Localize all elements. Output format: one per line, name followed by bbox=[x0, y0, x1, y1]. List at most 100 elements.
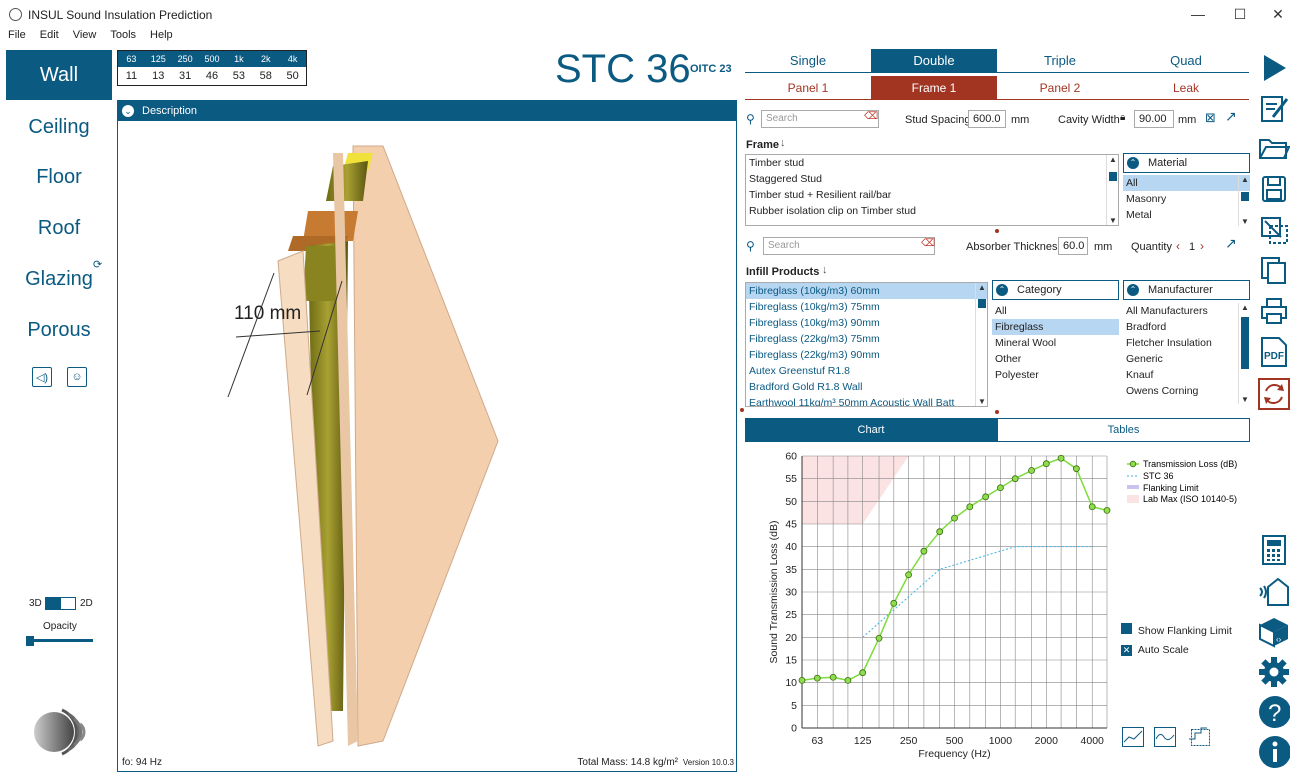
auto-scale-option[interactable]: ✕ Auto Scale bbox=[1121, 644, 1189, 656]
sound-source-icon[interactable]: ◁) bbox=[32, 367, 52, 387]
infill-search-input[interactable]: Search bbox=[763, 237, 935, 255]
edit-button[interactable] bbox=[1258, 92, 1290, 124]
building-sound-button[interactable] bbox=[1258, 575, 1290, 607]
sort-icon[interactable]: ↓ bbox=[822, 264, 828, 276]
list-item[interactable]: Metal bbox=[1123, 207, 1250, 223]
clear-search-icon[interactable]: ⌫ bbox=[864, 111, 878, 122]
listener-icon[interactable]: ☺ bbox=[67, 367, 87, 387]
menu-file[interactable]: File bbox=[0, 28, 32, 44]
list-item[interactable]: All Manufacturers bbox=[1123, 303, 1250, 319]
print-button[interactable] bbox=[1258, 295, 1290, 327]
nav-floor[interactable]: Floor bbox=[6, 157, 112, 197]
list-item[interactable]: Staggered Stud bbox=[746, 171, 1118, 187]
help-button[interactable]: ? bbox=[1258, 696, 1290, 728]
export-button[interactable] bbox=[1258, 214, 1290, 246]
list-item[interactable]: Other bbox=[992, 351, 1119, 367]
manufacturer-list[interactable]: All Manufacturers Bradford Fletcher Insu… bbox=[1123, 303, 1250, 404]
list-item[interactable]: Fletcher Insulation bbox=[1123, 335, 1250, 351]
menu-help[interactable]: Help bbox=[142, 28, 179, 44]
nav-ceiling[interactable]: Ceiling bbox=[6, 107, 112, 147]
calculator-button[interactable] bbox=[1258, 534, 1290, 566]
list-item[interactable]: All bbox=[992, 303, 1119, 319]
reset-button[interactable] bbox=[1258, 378, 1290, 410]
list-item[interactable]: Owens Corning bbox=[1123, 383, 1250, 399]
list-item[interactable]: Mineral Wool bbox=[992, 335, 1119, 351]
list-item[interactable]: Earthwool 11kg/m³ 50mm Acoustic Wall Bat… bbox=[746, 395, 987, 406]
open-button[interactable] bbox=[1258, 132, 1290, 164]
material-library-button[interactable]: ‹› bbox=[1258, 616, 1290, 648]
chevron-up-icon[interactable]: ⌃ bbox=[1127, 157, 1139, 169]
copy-button[interactable] bbox=[1258, 254, 1290, 286]
list-item[interactable]: Timber stud + Resilient rail/bar bbox=[746, 187, 1118, 203]
chart-style-3-icon[interactable] bbox=[1187, 725, 1211, 747]
refresh-icon[interactable]: ⟳ bbox=[93, 258, 102, 271]
decrease-icon[interactable]: ‹ bbox=[1176, 239, 1180, 253]
list-item[interactable]: Masonry bbox=[1123, 191, 1250, 207]
list-item[interactable]: Generic bbox=[1123, 351, 1250, 367]
tab-tables[interactable]: Tables bbox=[997, 418, 1250, 442]
list-item[interactable]: All bbox=[1123, 175, 1250, 191]
scrollbar[interactable]: ▲ ▼ bbox=[1238, 303, 1250, 404]
chevron-up-icon[interactable]: ⌃ bbox=[996, 284, 1008, 296]
show-flanking-option[interactable]: Show Flanking Limit bbox=[1121, 623, 1232, 637]
tab-triple[interactable]: Triple bbox=[997, 49, 1123, 73]
list-item[interactable]: Polyester bbox=[992, 367, 1119, 383]
menu-tools[interactable]: Tools bbox=[102, 28, 142, 44]
tab-panel-2[interactable]: Panel 2 bbox=[997, 76, 1123, 100]
description-header[interactable]: ⌄ Description bbox=[118, 101, 736, 121]
menu-view[interactable]: View bbox=[65, 28, 103, 44]
menu-edit[interactable]: Edit bbox=[32, 28, 65, 44]
section-icon[interactable]: ⊠ bbox=[1205, 110, 1216, 126]
list-item[interactable]: Autex Greenstuf R1.8 bbox=[746, 363, 987, 379]
save-button[interactable] bbox=[1258, 173, 1290, 205]
chart-style-1-icon[interactable] bbox=[1122, 727, 1144, 747]
list-item[interactable]: Fibreglass (10kg/m3) 75mm bbox=[746, 299, 987, 315]
scrollbar[interactable]: ▲ ▼ bbox=[1106, 155, 1118, 225]
tab-single[interactable]: Single bbox=[745, 49, 871, 73]
absorber-thickness-field[interactable]: 60.0 bbox=[1058, 237, 1088, 255]
sort-icon[interactable]: ↓ bbox=[780, 137, 786, 149]
tab-quad[interactable]: Quad bbox=[1123, 49, 1249, 73]
tab-leak[interactable]: Leak bbox=[1123, 76, 1249, 100]
tab-frame-1[interactable]: Frame 1 bbox=[871, 76, 997, 100]
pdf-button[interactable]: PDF bbox=[1258, 336, 1290, 368]
scrollbar[interactable]: ▲ ▼ bbox=[1238, 175, 1250, 226]
manufacturer-header[interactable]: ⌃ Manufacturer bbox=[1123, 280, 1250, 300]
stud-spacing-field[interactable]: 600.0 bbox=[968, 110, 1006, 128]
tab-chart[interactable]: Chart bbox=[745, 418, 997, 442]
calculate-button[interactable] bbox=[1258, 52, 1290, 84]
list-item[interactable]: Timber stud bbox=[746, 155, 1118, 171]
increase-icon[interactable]: › bbox=[1200, 239, 1204, 253]
cavity-width-field[interactable]: 90.00 bbox=[1134, 110, 1174, 128]
splitter-handle[interactable] bbox=[995, 229, 999, 233]
splitter-handle[interactable] bbox=[740, 408, 744, 412]
list-item[interactable]: Bradford Gold R1.8 Wall bbox=[746, 379, 987, 395]
show-flanking-checkbox[interactable] bbox=[1121, 623, 1132, 634]
chart-style-2-icon[interactable] bbox=[1154, 727, 1176, 747]
minimize-button[interactable]: — bbox=[1178, 0, 1218, 28]
splitter-handle[interactable] bbox=[995, 410, 999, 414]
list-item[interactable]: Fibreglass (22kg/m3) 75mm bbox=[746, 331, 987, 347]
material-header[interactable]: ⌃ Material bbox=[1123, 153, 1250, 173]
nav-wall[interactable]: Wall bbox=[6, 50, 112, 100]
auto-scale-checkbox[interactable]: ✕ bbox=[1121, 645, 1132, 656]
scrollbar[interactable]: ▲ ▼ bbox=[975, 283, 987, 406]
list-item[interactable]: Fibreglass (10kg/m3) 90mm bbox=[746, 315, 987, 331]
category-list[interactable]: All Fibreglass Mineral Wool Other Polyes… bbox=[992, 303, 1119, 393]
nav-roof[interactable]: Roof bbox=[6, 208, 112, 248]
list-item[interactable]: Fibreglass bbox=[992, 319, 1119, 335]
opacity-slider[interactable] bbox=[26, 636, 93, 646]
lock-icon[interactable]: 🔒︎ bbox=[1120, 112, 1125, 123]
wall-3d-view[interactable]: ⌄ Description 110 mm fo: 94 Hz Total Mas… bbox=[117, 100, 737, 772]
chevron-down-icon[interactable]: ⌄ bbox=[122, 105, 134, 117]
maximize-button[interactable]: ☐ bbox=[1220, 0, 1260, 28]
transmission-loss-chart[interactable]: 0 5 10 15 20 25 30 35 40 45 50 55 60 63 125 250 500 1000 2… bbox=[745, 444, 1245, 762]
frame-search-input[interactable]: Search bbox=[761, 110, 879, 128]
list-item[interactable]: Fibreglass (10kg/m3) 60mm bbox=[746, 283, 987, 299]
tab-double[interactable]: Double bbox=[871, 49, 997, 73]
chevron-up-icon[interactable]: ⌃ bbox=[1127, 284, 1139, 296]
category-header[interactable]: ⌃ Category bbox=[992, 280, 1119, 300]
close-button[interactable]: ✕ bbox=[1258, 0, 1298, 28]
list-item[interactable]: Bradford bbox=[1123, 319, 1250, 335]
info-button[interactable] bbox=[1258, 736, 1290, 768]
